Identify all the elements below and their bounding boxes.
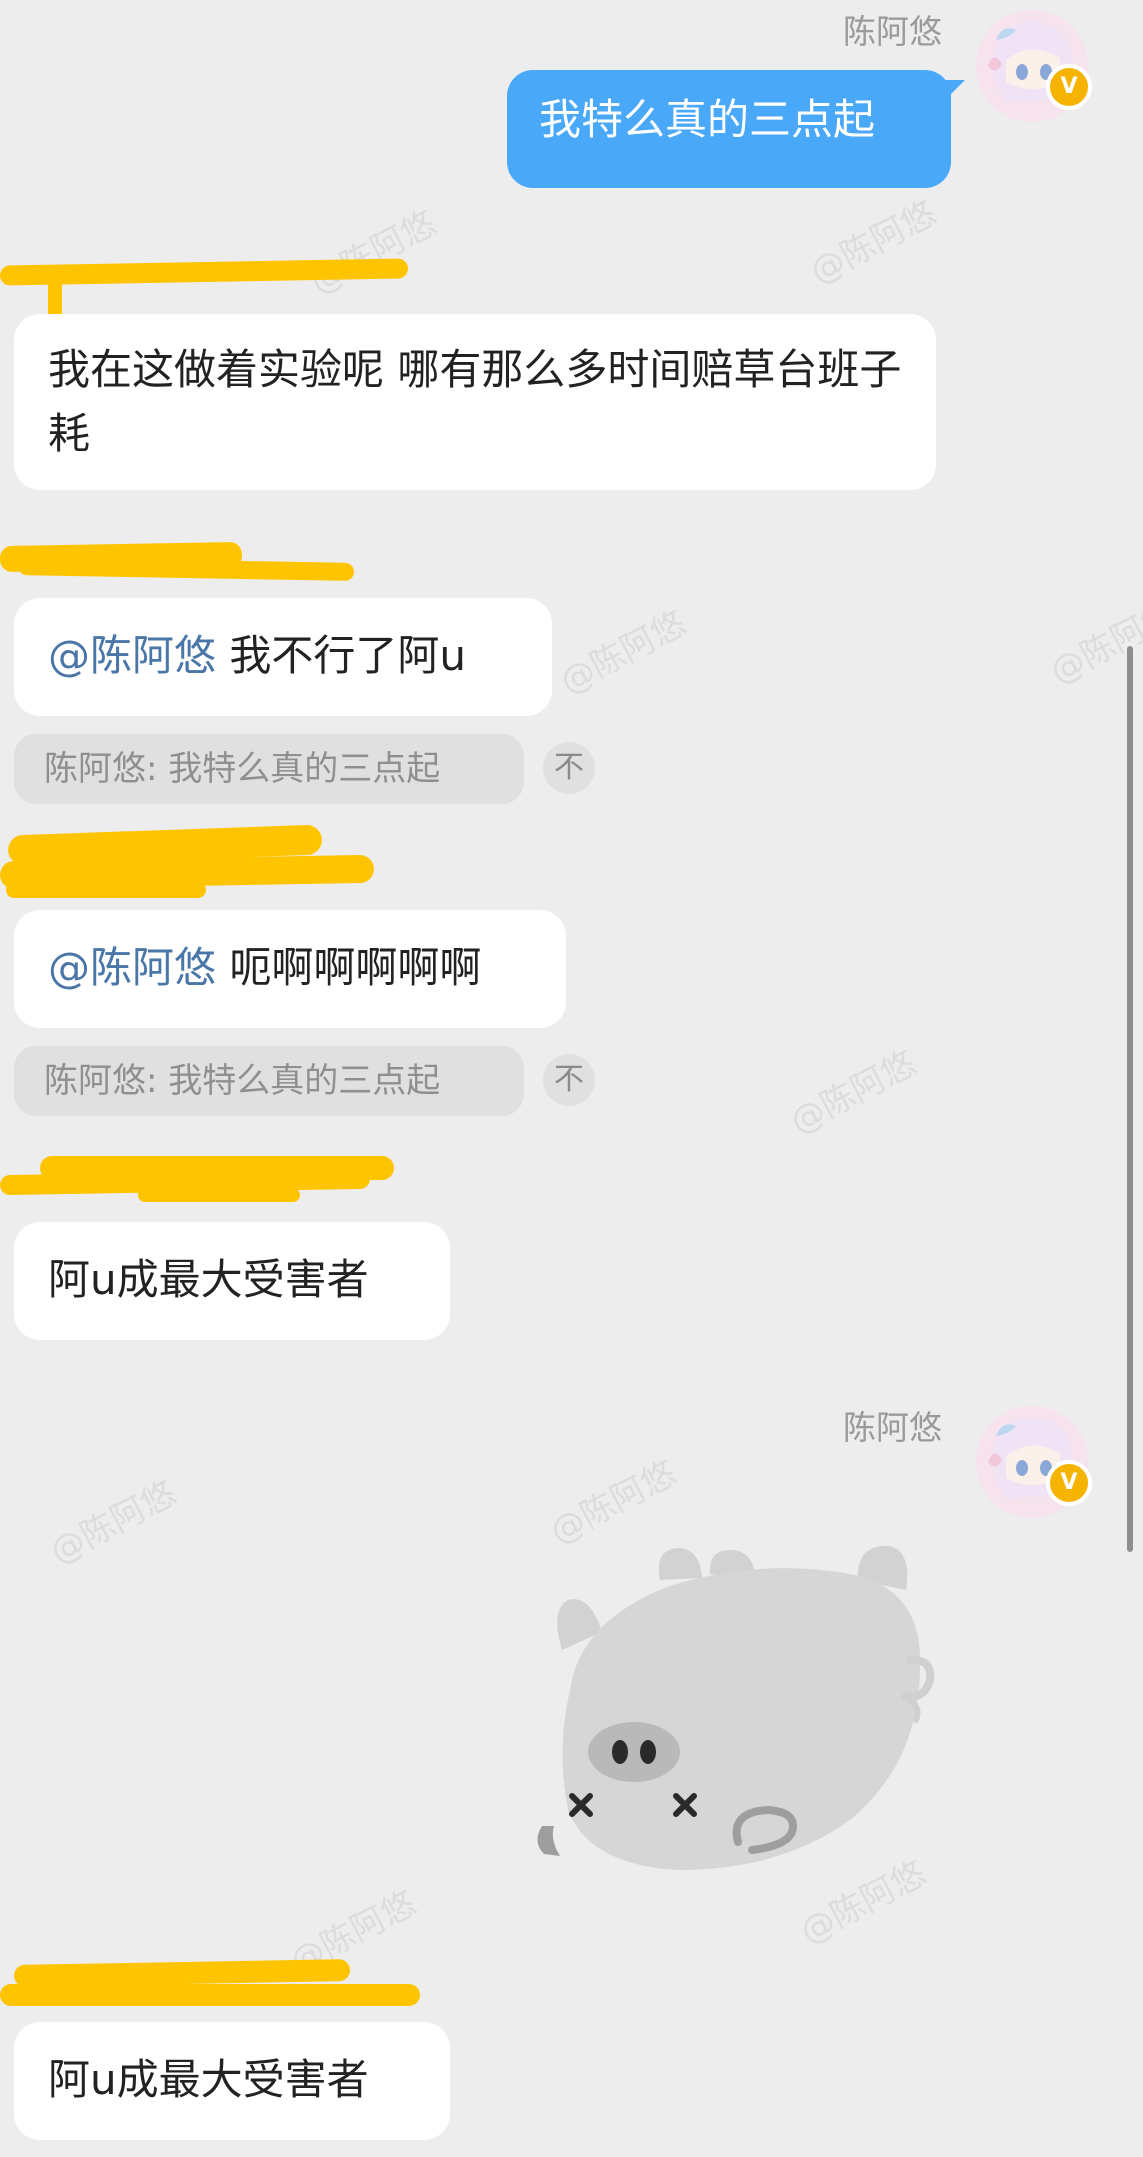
redacted-sender-name [17,557,355,581]
avatar[interactable]: V [976,1406,1092,1518]
quote-jump-icon[interactable]: 不 [543,1054,595,1106]
sender-name: 陈阿悠 [843,1408,942,1447]
message-bubble-self[interactable]: 我特么真的三点起 [507,70,965,188]
message-bubble[interactable]: @陈阿悠 我不行了阿u [14,598,552,716]
watermark: @陈阿悠 [783,1043,923,1143]
message-bubble[interactable]: 我在这做着实验呢 哪有那么多时间赔草台班子耗 [14,314,936,490]
verified-icon: V [1046,1460,1092,1506]
watermark: @陈阿悠 [553,603,693,703]
dead-pig-sticker[interactable] [520,1530,940,1890]
quoted-reply[interactable]: 陈阿悠: 我特么真的三点起 [14,1046,524,1116]
redacted-sender-name [13,1959,351,1987]
redacted-sender-name [138,1188,300,1202]
quote-jump-icon[interactable]: 不 [543,742,595,794]
watermark: @陈阿悠 [43,1473,183,1573]
message-text: 我不行了阿u [229,631,466,680]
message-bubble[interactable]: @陈阿悠 呃啊啊啊啊啊 [14,910,566,1028]
message-text: 呃啊啊啊啊啊 [229,943,482,992]
watermark: @陈阿悠 [803,193,943,293]
verified-icon: V [1046,64,1092,110]
message-bubble[interactable]: 阿u成最大受害者 [14,2022,450,2140]
quoted-reply[interactable]: 陈阿悠: 我特么真的三点起 [14,734,524,804]
watermark: @陈阿悠 [303,203,443,303]
message-bubble[interactable]: 阿u成最大受害者 [14,1222,450,1340]
mention[interactable]: @陈阿悠 [48,631,216,680]
redacted-sender-name [6,882,206,898]
sender-name: 陈阿悠 [843,12,942,51]
redacted-sender-name [0,1984,420,2006]
avatar[interactable]: V [976,10,1092,122]
scrollbar[interactable] [1127,646,1133,1552]
mention[interactable]: @陈阿悠 [48,943,216,992]
